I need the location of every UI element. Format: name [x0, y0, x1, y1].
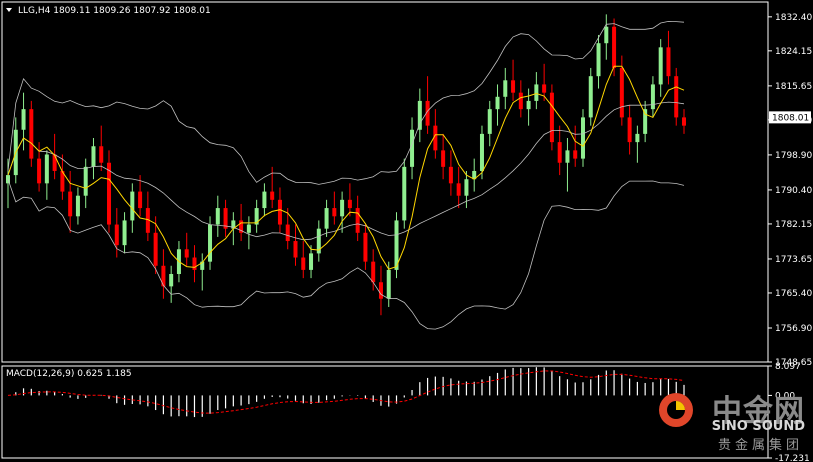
candle-body [192, 257, 197, 270]
price-tick-label: 1773.65 [775, 255, 812, 265]
candle-body [417, 100, 422, 130]
candle-body [518, 92, 523, 110]
macd-tick-label: -17.231 [775, 454, 810, 462]
watermark-sub: 贵金属集团 [717, 438, 803, 453]
candle-body [682, 117, 686, 126]
candle-body [386, 269, 391, 299]
candle-body [402, 166, 407, 221]
price-tick-label: 1782.15 [775, 220, 812, 230]
candle-body [347, 199, 352, 209]
dropdown-icon [6, 8, 12, 12]
candle-body [75, 195, 80, 217]
price-tick-label: 1824.15 [775, 47, 812, 57]
price-tick-label: 1815.65 [775, 82, 812, 92]
candle-body [588, 76, 593, 118]
candle-body [301, 257, 306, 270]
candle-body [29, 109, 34, 159]
candle-body [378, 282, 383, 299]
candle-body [557, 142, 562, 163]
candle-body [495, 96, 500, 110]
candle-body [650, 84, 655, 110]
price-tick-label: 1832.40 [775, 13, 812, 23]
candle-body [526, 100, 531, 110]
candle-body [130, 191, 135, 221]
candle-body [658, 47, 663, 85]
candle-body [340, 199, 345, 217]
price-tick-label: 1765.40 [775, 289, 812, 299]
price-panel-frame [1, 1, 769, 363]
candle-body [479, 133, 484, 171]
candle-body [83, 166, 88, 196]
candle-body [91, 146, 96, 167]
candle-body [52, 154, 57, 171]
sino-logo-icon [656, 390, 696, 434]
candle-body [635, 133, 640, 143]
candle-body [456, 183, 461, 196]
candle-body [441, 150, 446, 167]
watermark-en: SINO SOUND [711, 419, 805, 434]
candle-body [549, 92, 554, 143]
candle-body [277, 199, 282, 225]
macd-panel-frame [1, 365, 769, 459]
candle-body [534, 84, 539, 101]
candle-body [44, 154, 49, 184]
macd-tick-label: 8.097 [775, 362, 801, 372]
candle-body [122, 220, 127, 246]
candle-body [363, 232, 368, 262]
candle-body [293, 241, 298, 258]
candle-body [604, 26, 609, 44]
candle-body [627, 117, 632, 143]
candle-body [246, 224, 251, 233]
candle-body [355, 208, 360, 233]
candle-body [262, 191, 267, 209]
candle-body [666, 47, 671, 77]
candle-body [596, 43, 601, 77]
price-tick-label: 1798.90 [775, 151, 812, 161]
candle-body [542, 84, 547, 93]
candle-body [619, 67, 624, 118]
chart-window[interactable]: 1832.401824.151815.651807.401798.901790.… [0, 0, 813, 462]
candle-body [270, 191, 275, 200]
candle-body [612, 26, 617, 68]
candle-body [309, 253, 314, 270]
candle-body [138, 191, 143, 209]
macd-label: MACD(12,26,9) 0.625 1.185 [6, 369, 132, 379]
candle-body [674, 76, 679, 118]
price-tick-label: 1756.90 [775, 324, 812, 334]
candle-body [215, 208, 220, 225]
candle-body [37, 158, 42, 184]
price-tick-label: 1790.40 [775, 186, 812, 196]
candle-body [464, 179, 469, 196]
candle-body [565, 150, 570, 163]
candle-body [487, 109, 492, 134]
candle-body [153, 232, 158, 266]
candle-body [324, 208, 329, 229]
candle-body [643, 109, 648, 134]
candle-body [114, 224, 119, 246]
candle-body [169, 274, 174, 287]
candle-body [68, 191, 73, 217]
candle-body [285, 224, 290, 242]
candle-body [580, 117, 585, 159]
candle-body [511, 80, 516, 93]
candle-body [208, 224, 213, 262]
candle-body [573, 150, 578, 159]
candle-body [184, 249, 189, 258]
candle-body [99, 146, 104, 163]
candle-body [332, 208, 337, 217]
candle-body [503, 80, 508, 97]
candle-body [371, 261, 376, 283]
symbol-header: LLG,H4 1809.11 1809.26 1807.92 1808.01 [18, 6, 211, 16]
current-price-label: 1808.01 [772, 113, 809, 123]
candle-body [448, 166, 453, 184]
candle-body [21, 109, 26, 130]
candle-body [107, 162, 112, 225]
